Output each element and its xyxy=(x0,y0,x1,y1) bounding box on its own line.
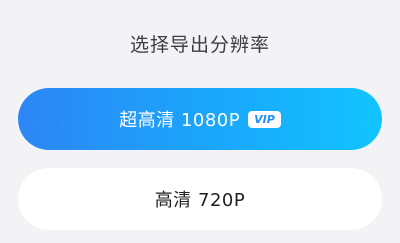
resolution-option-1080p[interactable]: 超高清 1080P VIP xyxy=(18,88,382,150)
export-resolution-sheet: 选择导出分辨率 超高清 1080P VIP 高清 720P xyxy=(0,0,400,243)
vip-badge: VIP xyxy=(248,110,281,128)
dialog-title: 选择导出分辨率 xyxy=(129,34,270,56)
option-label: 超高清 1080P xyxy=(119,110,241,131)
resolution-option-720p[interactable]: 高清 720P xyxy=(18,168,382,230)
option-label: 高清 720P xyxy=(154,190,246,211)
